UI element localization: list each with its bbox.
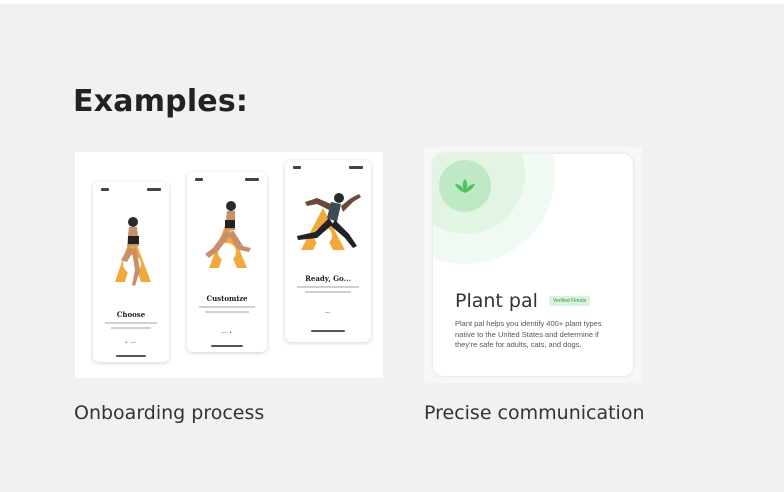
page-dots: — [325, 310, 331, 316]
verified-badge: Verified Florals [549, 296, 591, 306]
app-description: Plant pal helps you identify 400+ plant … [455, 319, 602, 349]
status-bar [195, 178, 259, 182]
screen-description [305, 291, 351, 293]
status-bar [293, 166, 363, 170]
app-title: Plant pal [455, 290, 538, 312]
runner-illustration [115, 217, 151, 286]
leaf-sprout-icon [455, 179, 475, 193]
home-indicator [310, 330, 346, 332]
onboarding-screen-3: Ready, Go... — [285, 160, 371, 342]
plant-pal-screen: Plant pal Verified Florals Plant pal hel… [433, 154, 633, 376]
onboarding-screen-2: Customize — • [187, 172, 267, 352]
plant-pal-caption: Precise communication [424, 402, 645, 424]
top-divider [0, 0, 784, 4]
screen-description [205, 311, 249, 313]
screen-description [111, 327, 151, 329]
home-indicator [115, 355, 147, 357]
screen-description [297, 286, 359, 288]
screen-title: Ready, Go... [305, 274, 351, 283]
home-indicator [211, 345, 243, 347]
screen-description [105, 322, 157, 324]
plant-pal-example-card[interactable]: Plant pal Verified Florals Plant pal hel… [424, 147, 642, 383]
page-dots: • — [125, 340, 137, 346]
onboarding-example-card[interactable]: Choose • — Customize — • Ready, Go... — [75, 152, 383, 378]
status-bar [101, 188, 161, 192]
onboarding-caption: Onboarding process [74, 402, 265, 424]
page-dots: — • [221, 330, 233, 336]
screen-description [199, 306, 255, 308]
screen-title: Choose [116, 310, 146, 319]
screen-title: Customize [206, 294, 248, 303]
runner-illustration [297, 193, 361, 250]
onboarding-screen-1: Choose • — [93, 182, 169, 362]
section-heading: Examples: [73, 84, 249, 119]
runner-illustration [205, 201, 251, 268]
